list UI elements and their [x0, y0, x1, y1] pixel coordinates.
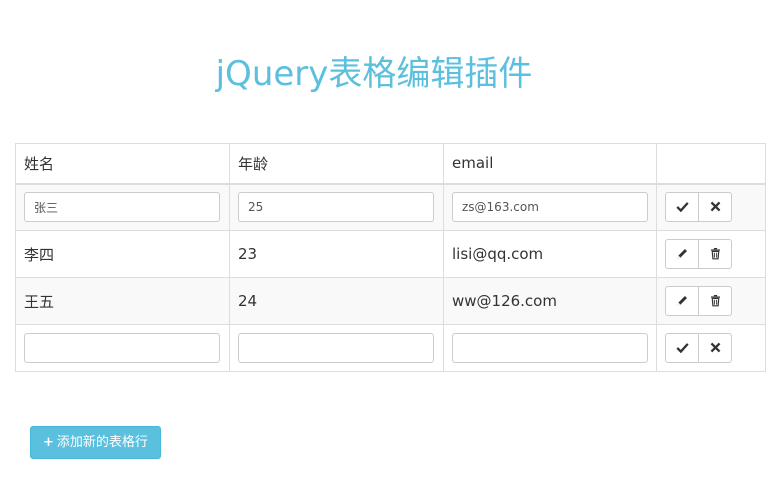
- cell-age: 23: [229, 230, 444, 278]
- edit-button[interactable]: [665, 239, 699, 269]
- header-age: 年龄: [229, 143, 444, 185]
- delete-button[interactable]: [698, 286, 732, 316]
- data-table: 姓名 年龄 email 张三 25 zs@163.com 李四 23 lisi@…: [15, 143, 766, 372]
- table-row: [15, 324, 766, 372]
- add-row-button[interactable]: + 添加新的表格行: [30, 426, 161, 459]
- cell-actions: [656, 183, 766, 231]
- header-name: 姓名: [15, 143, 230, 185]
- name-input[interactable]: [24, 333, 220, 363]
- cell-email: [443, 324, 657, 372]
- header-actions: [656, 143, 766, 185]
- edit-button[interactable]: [665, 286, 699, 316]
- cell-actions: [656, 230, 766, 278]
- cell-name: 王五: [15, 277, 230, 325]
- pencil-icon: [677, 296, 687, 306]
- check-icon: [675, 343, 689, 354]
- header-email: email: [443, 143, 657, 185]
- cell-actions: [656, 324, 766, 372]
- pencil-icon: [677, 249, 687, 259]
- page-title: jQuery表格编辑插件: [215, 54, 533, 94]
- cell-age: 24: [229, 277, 444, 325]
- confirm-button[interactable]: [665, 333, 699, 363]
- email-input[interactable]: [452, 192, 648, 223]
- cell-email: ww@126.com: [443, 277, 657, 325]
- table-header-row: 姓名 年龄 email: [15, 143, 766, 185]
- plus-icon: +: [43, 435, 54, 450]
- cell-age: [229, 324, 444, 372]
- trash-icon: [710, 294, 720, 307]
- cancel-button[interactable]: [698, 192, 732, 223]
- cell-name: 李四: [15, 230, 230, 278]
- cancel-button[interactable]: [698, 333, 732, 363]
- table-row: [15, 183, 766, 231]
- name-input[interactable]: [24, 192, 220, 223]
- trash-icon: [710, 247, 720, 260]
- cell-actions: [656, 277, 766, 325]
- age-input[interactable]: [238, 192, 434, 223]
- close-icon: [710, 201, 720, 212]
- add-row-label: 添加新的表格行: [56, 435, 148, 450]
- cell-email: lisi@qq.com: [443, 230, 657, 278]
- check-icon: [675, 202, 689, 213]
- age-input[interactable]: [238, 333, 434, 363]
- table-row: 王五 24 ww@126.com: [15, 277, 766, 325]
- cell-name: [15, 324, 230, 372]
- cell-name: [15, 183, 230, 231]
- table-row: 李四 23 lisi@qq.com: [15, 230, 766, 278]
- close-icon: [710, 342, 720, 353]
- cell-email: [443, 183, 657, 231]
- confirm-button[interactable]: [665, 192, 699, 223]
- email-input[interactable]: [452, 333, 648, 363]
- delete-button[interactable]: [698, 239, 732, 269]
- cell-age: [229, 183, 444, 231]
